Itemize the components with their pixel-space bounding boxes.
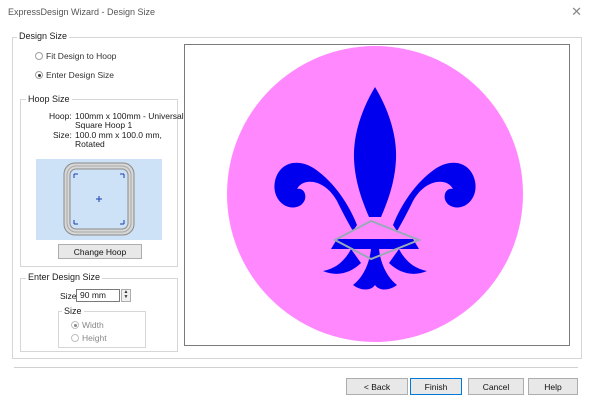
change-hoop-button[interactable]: Change Hoop [58,244,142,259]
design-preview-canvas[interactable] [184,44,570,346]
close-icon[interactable]: ✕ [571,4,582,20]
spin-down-icon[interactable]: ▼ [122,295,130,300]
finish-button-label: Finish [424,381,448,392]
window-title: ExpressDesign Wizard - Design Size [8,7,156,17]
finish-button[interactable]: Finish [410,378,462,395]
radio-indicator [71,334,79,342]
fit-design-to-hoop-label: Fit Design to Hoop [46,51,117,61]
change-hoop-button-label: Change Hoop [73,246,127,257]
size-value-line2: Rotated [75,139,105,149]
size-spinner[interactable]: ▲ ▼ [121,289,131,302]
hoop-value-line2: Square Hoop 1 [75,120,133,130]
help-button[interactable]: Help [528,378,578,395]
fit-design-to-hoop-radio[interactable]: Fit Design to Hoop [35,51,116,61]
size-axis-subgroup-label: Size [62,306,84,316]
hoop-size-group-label: Hoop Size [26,94,72,104]
cancel-button-label: Cancel [482,381,510,392]
size-input[interactable]: 90 mm [76,289,120,302]
back-button[interactable]: < Back [346,378,408,395]
enter-design-size-label: Enter Design Size [46,70,115,80]
radio-indicator [35,52,43,60]
enter-design-size-group-label: Enter Design Size [26,272,103,282]
cancel-button[interactable]: Cancel [468,378,524,395]
hoop-preview [36,159,162,240]
design-size-group-label: Design Size [17,31,70,41]
width-radio[interactable]: Width [71,320,104,330]
size-field-label: Size [60,291,77,301]
size-key: Size: [53,130,72,140]
height-radio[interactable]: Height [71,333,107,343]
width-radio-label: Width [82,320,104,330]
hoop-frame-icon [63,162,135,236]
hoop-key: Hoop: [49,111,72,121]
back-button-label: < Back [363,381,391,392]
title-bar: ExpressDesign Wizard - Design Size ✕ [0,0,592,24]
footer-separator [14,367,578,368]
radio-indicator-checked [71,321,79,329]
enter-design-size-radio[interactable]: Enter Design Size [35,70,114,80]
height-radio-label: Height [82,333,107,343]
help-button-label: Help [544,381,562,392]
design-preview-svg [227,46,523,342]
radio-indicator-checked [35,71,43,79]
